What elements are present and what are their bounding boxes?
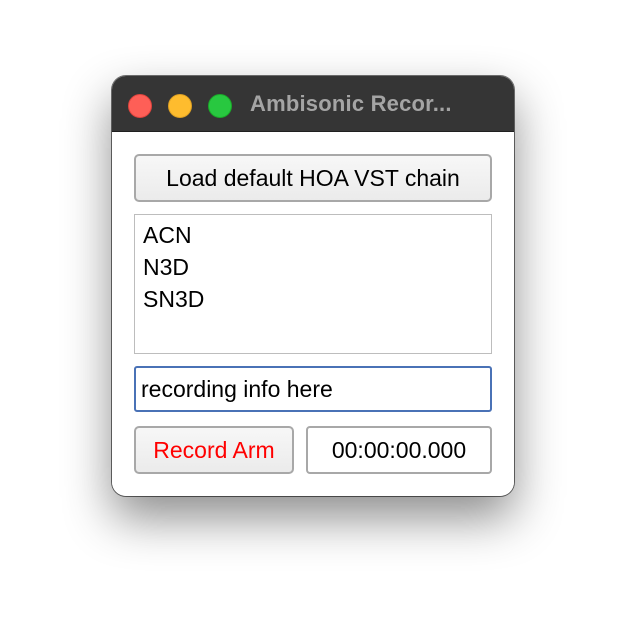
desktop-background: Ambisonic Recor... Load default HOA VST … [0,0,626,644]
window-title: Ambisonic Recor... [250,91,452,116]
title-bar[interactable]: Ambisonic Recor... [112,76,514,132]
load-default-hoa-chain-button[interactable]: Load default HOA VST chain [134,154,492,202]
recording-info-input[interactable] [134,366,492,412]
timecode-display: 00:00:00.000 [306,426,492,474]
list-item-sn3d[interactable]: SN3D [143,283,491,315]
maximize-window-button[interactable] [208,94,232,118]
minimize-window-button[interactable] [168,94,192,118]
list-item-acn[interactable]: ACN [143,219,491,251]
app-window: Ambisonic Recor... Load default HOA VST … [112,76,514,496]
close-window-button[interactable] [128,94,152,118]
record-arm-button[interactable]: Record Arm [134,426,294,474]
format-list[interactable]: ACN N3D SN3D [134,214,492,354]
list-item-n3d[interactable]: N3D [143,251,491,283]
window-content: Load default HOA VST chain ACN N3D SN3D … [112,132,514,496]
